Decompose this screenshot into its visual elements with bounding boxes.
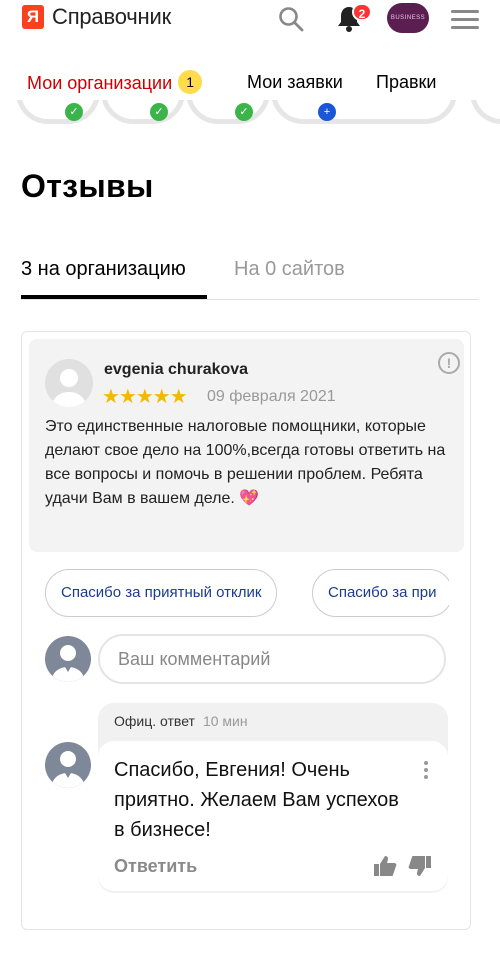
reviews-title: Отзывы: [21, 168, 154, 204]
official-reply-row: Офиц. ответ 10 мин Спасибо, Евгения! Очен…: [45, 703, 449, 893]
status-pill[interactable]: [470, 100, 500, 124]
report-icon[interactable]: !: [438, 352, 460, 374]
tab-organization-reviews[interactable]: 3 на организацию: [21, 258, 186, 281]
avatar: [45, 742, 91, 788]
status-pill[interactable]: ✓: [101, 100, 185, 124]
nav-tab-label: Мои организации: [27, 72, 173, 93]
check-icon: ✓: [65, 103, 83, 121]
active-tab-indicator: [21, 295, 207, 299]
reply-content: Спасибо, Евгения! Очень приятно. Желаем …: [98, 741, 448, 891]
review-author: evgenia churakova: [104, 361, 249, 378]
avatar: [45, 359, 93, 407]
review-text: Это единственные налоговые помощники, ко…: [45, 418, 446, 507]
quick-reply-button[interactable]: Спасибо за приятный отклик: [45, 569, 278, 617]
check-icon: ✓: [150, 103, 168, 121]
hamburger-menu-icon[interactable]: [451, 10, 479, 30]
official-reply: Офиц. ответ 10 мин Спасибо, Евгения! Очен…: [98, 703, 448, 893]
notification-badge: 2: [352, 3, 372, 21]
status-pill[interactable]: +: [271, 100, 457, 124]
avatar: [45, 636, 91, 682]
main-nav: Мои организации 1 Мои заявки Правки: [0, 66, 500, 100]
review-card: evgenia churakova ★★★★★ 09 февраля 2021 …: [21, 331, 471, 930]
nav-tab-edits[interactable]: Правки: [376, 72, 436, 93]
quick-reply-button[interactable]: Спасибо за при: [312, 569, 449, 617]
organizations-count-badge: 1: [178, 70, 203, 94]
business-user-icon: [51, 751, 85, 788]
status-pill[interactable]: ✓: [16, 100, 100, 124]
review-date: 09 февраля 2021: [207, 388, 336, 405]
more-options-icon[interactable]: [424, 761, 430, 781]
business-user-icon: [51, 645, 85, 682]
business-avatar[interactable]: BUSINESS: [387, 3, 429, 33]
plus-icon: +: [318, 103, 336, 121]
status-strip: ✓ ✓ ✓ +: [0, 100, 500, 130]
quick-replies: Спасибо за приятный отклик Спасибо за пр…: [45, 569, 449, 619]
official-reply-label: Офиц. ответ: [114, 713, 195, 729]
reply-text: Спасибо, Евгения! Очень приятно. Желаем …: [114, 759, 399, 841]
comment-input[interactable]: Ваш комментарий: [98, 634, 446, 684]
nav-tab-my-requests[interactable]: Мои заявки: [247, 72, 343, 93]
top-bar: Я Справочник 2 BUSINESS: [0, 0, 500, 40]
thumbs-down-icon[interactable]: [408, 854, 432, 878]
reviews-tabs: 3 на организацию На 0 сайтов: [21, 252, 479, 300]
thumbs-up-icon[interactable]: [373, 854, 397, 878]
reply-time: 10 мин: [202, 713, 248, 729]
logo-badge: Я: [22, 5, 44, 29]
check-icon: ✓: [235, 103, 253, 121]
tab-site-reviews[interactable]: На 0 сайтов: [234, 258, 345, 281]
search-icon[interactable]: [278, 6, 304, 32]
rating-stars: ★★★★★: [102, 386, 188, 408]
user-placeholder-icon: [51, 369, 87, 407]
nav-tab-my-organizations[interactable]: Мои организации 1: [27, 70, 203, 96]
reply-button[interactable]: Ответить: [114, 856, 197, 877]
app-name: Справочник: [52, 4, 171, 29]
status-pill[interactable]: ✓: [186, 100, 270, 124]
review-body: evgenia churakova ★★★★★ 09 февраля 2021 …: [29, 339, 464, 552]
reply-header: Офиц. ответ 10 мин: [114, 713, 248, 729]
yandex-logo[interactable]: Я Справочник: [22, 4, 171, 30]
comment-row: Ваш комментарий: [45, 634, 449, 684]
